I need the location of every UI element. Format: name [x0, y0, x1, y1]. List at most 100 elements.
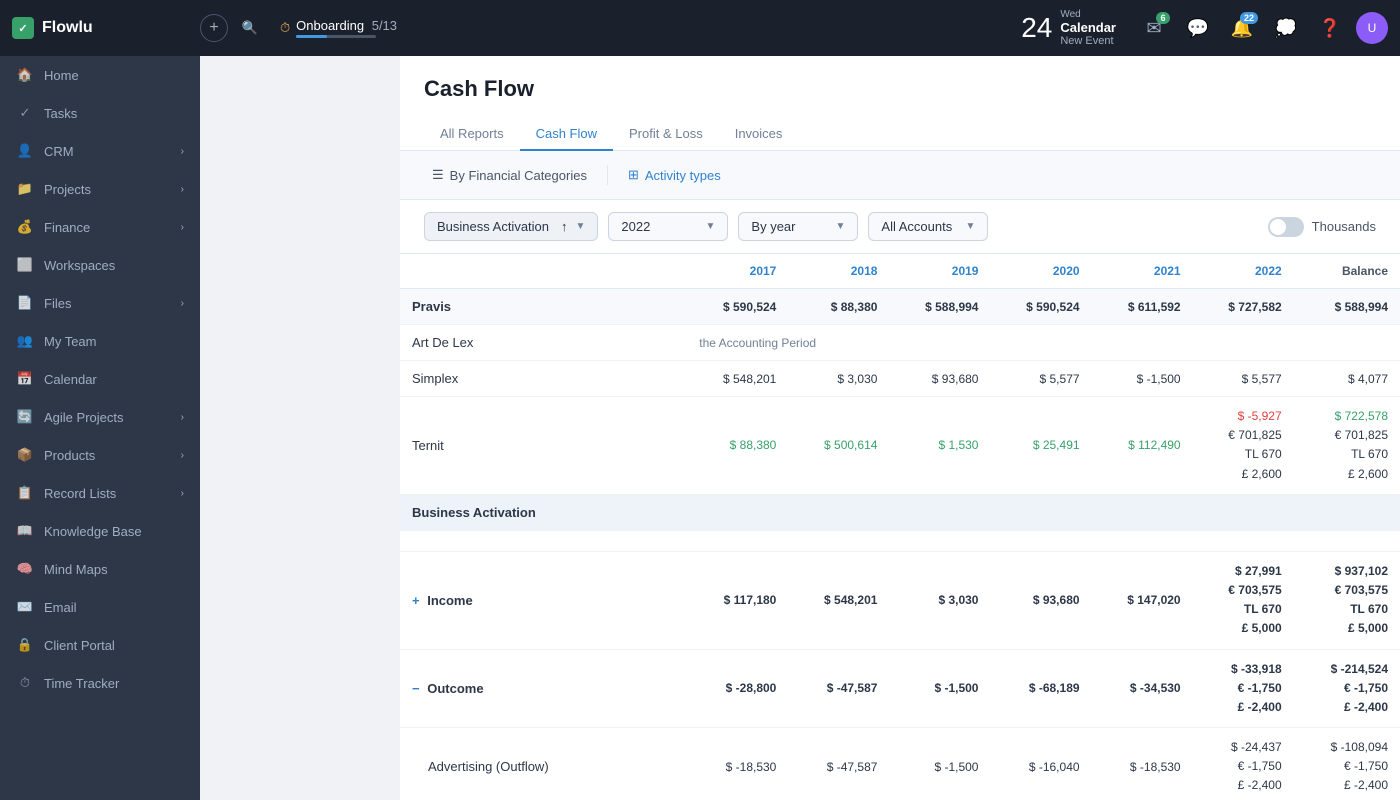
help-button[interactable]: ❓: [1312, 10, 1348, 46]
messages-button[interactable]: 💭: [1268, 10, 1304, 46]
cell-adv-balance: $ -108,094€ -1,750£ -2,400: [1294, 728, 1400, 800]
cell-ternit-balance: $ 722,578€ 701,825TL 670£ 2,600: [1294, 397, 1400, 495]
cell-ternit-2019: $ 1,530: [889, 397, 990, 495]
finance-chevron-icon: ›: [181, 222, 184, 233]
thousands-toggle-switch[interactable]: [1268, 217, 1304, 237]
mind-maps-icon: 🧠: [16, 560, 34, 578]
logo-icon: ✓: [12, 17, 34, 39]
income-expand-icon[interactable]: +: [412, 593, 420, 608]
year-dropdown[interactable]: 2022 ▼: [608, 212, 728, 241]
cell-outcome-2021: $ -34,530: [1092, 649, 1193, 728]
cell-ternit-2021: $ 112,490: [1092, 397, 1193, 495]
sidebar-item-knowledge-base[interactable]: 📖 Knowledge Base: [0, 512, 200, 550]
sidebar-label-mind-maps: Mind Maps: [44, 562, 108, 577]
sidebar-label-calendar: Calendar: [44, 372, 97, 387]
sidebar-label-time-tracker: Time Tracker: [44, 676, 119, 691]
cell-simplex-2019: $ 93,680: [889, 361, 990, 397]
products-icon: 📦: [16, 446, 34, 464]
app-logo[interactable]: ✓ Flowlu: [12, 17, 192, 39]
onboarding-progress-bar: [296, 35, 326, 38]
cell-income-balance: $ 937,102€ 703,575TL 670£ 5,000: [1294, 551, 1400, 649]
sidebar-item-client-portal[interactable]: 🔒 Client Portal: [0, 626, 200, 664]
toolbar: Business Activation ↑ ▼ 2022 ▼ By year ▼…: [400, 200, 1400, 254]
notifications-button[interactable]: 🔔 22: [1224, 10, 1260, 46]
topbar: ✓ Flowlu + 🔍 ⏱ Onboarding 5/13 24 Wed Ca…: [0, 0, 1400, 56]
year-label: 2022: [621, 219, 650, 234]
search-button[interactable]: 🔍: [236, 14, 264, 42]
cell-simplex-2020: $ 5,577: [990, 361, 1091, 397]
crm-icon: 👤: [16, 142, 34, 160]
sidebar-label-crm: CRM: [44, 144, 74, 159]
sidebar-item-record-lists[interactable]: 📋 Record Lists ›: [0, 474, 200, 512]
business-activation-dropdown[interactable]: Business Activation ↑ ▼: [424, 212, 598, 241]
main-content: Cash Flow All Reports Cash Flow Profit &…: [400, 56, 1400, 800]
thousands-label: Thousands: [1312, 219, 1376, 234]
sidebar-item-agile[interactable]: 🔄 Agile Projects ›: [0, 398, 200, 436]
onboarding-progress: 5/13: [372, 18, 397, 33]
cell-ternit-2022: $ -5,927€ 701,825TL 670£ 2,600: [1193, 397, 1294, 495]
row-label-advertising: Advertising (Outflow): [400, 728, 687, 800]
add-button[interactable]: +: [200, 14, 228, 42]
tab-invoices[interactable]: Invoices: [719, 118, 799, 151]
sidebar-label-agile: Agile Projects: [44, 410, 123, 425]
tab-profit-loss[interactable]: Profit & Loss: [613, 118, 719, 151]
cell-ba-2021: [1092, 494, 1193, 530]
cell-income-2020: $ 93,680: [990, 551, 1091, 649]
cell-ternit-2018: $ 500,614: [788, 397, 889, 495]
row-label-ternit: Ternit: [400, 397, 687, 495]
email-icon: ✉️: [16, 598, 34, 616]
comments-button[interactable]: 💬: [1180, 10, 1216, 46]
sidebar-item-home[interactable]: 🏠 Home: [0, 56, 200, 94]
cell-ba-2018: [788, 494, 889, 530]
tab-cash-flow[interactable]: Cash Flow: [520, 118, 613, 151]
sidebar-item-files[interactable]: 📄 Files ›: [0, 284, 200, 322]
col-2018: 2018: [788, 254, 889, 289]
by-year-dropdown[interactable]: By year ▼: [738, 212, 858, 241]
sidebar-item-mind-maps[interactable]: 🧠 Mind Maps: [0, 550, 200, 588]
sidebar-label-my-team: My Team: [44, 334, 97, 349]
mail-button[interactable]: ✉ 6: [1136, 10, 1172, 46]
onboarding-button[interactable]: ⏱ Onboarding 5/13: [280, 18, 397, 38]
sidebar-label-workspaces: Workspaces: [44, 258, 115, 273]
cash-flow-table: 2017 2018 2019 2020 2021 2022 Balance Pr…: [400, 254, 1400, 800]
sidebar-item-my-team[interactable]: 👥 My Team: [0, 322, 200, 360]
by-financial-categories-btn[interactable]: ☰ By Financial Categories: [424, 163, 595, 187]
outcome-expand-icon[interactable]: −: [412, 681, 420, 696]
all-accounts-dropdown[interactable]: All Accounts ▼: [868, 212, 988, 241]
sidebar-item-tasks[interactable]: ✓ Tasks: [0, 94, 200, 132]
knowledge-base-icon: 📖: [16, 522, 34, 540]
activity-types-btn[interactable]: ⊞ Activity types: [620, 163, 729, 187]
thousands-toggle-container: Thousands: [1268, 217, 1376, 237]
cell-ba-balance: [1294, 494, 1400, 530]
tab-all-reports[interactable]: All Reports: [424, 118, 520, 151]
sidebar-item-crm[interactable]: 👤 CRM ›: [0, 132, 200, 170]
cell-outcome-balance: $ -214,524€ -1,750£ -2,400: [1294, 649, 1400, 728]
row-label-business-activation: Business Activation: [400, 494, 687, 530]
cell-pravis-2018: $ 88,380: [788, 289, 889, 325]
sidebar-label-projects: Projects: [44, 182, 91, 197]
row-label-art-de-lex: Art De Lex: [400, 325, 687, 361]
cell-simplex-2021: $ -1,500: [1092, 361, 1193, 397]
files-chevron-icon: ›: [181, 298, 184, 309]
user-avatar[interactable]: U: [1356, 12, 1388, 44]
cell-pravis-balance: $ 588,994: [1294, 289, 1400, 325]
row-label-simplex: Simplex: [400, 361, 687, 397]
sidebar-item-finance[interactable]: 💰 Finance ›: [0, 208, 200, 246]
activity-icon: ⊞: [628, 167, 639, 183]
sidebar-item-email[interactable]: ✉️ Email: [0, 588, 200, 626]
table-row: Ternit $ 88,380 $ 500,614 $ 1,530 $ 25,4…: [400, 397, 1400, 495]
cell-adv-2021: $ -18,530: [1092, 728, 1193, 800]
sidebar-item-calendar[interactable]: 📅 Calendar: [0, 360, 200, 398]
sidebar-item-products[interactable]: 📦 Products ›: [0, 436, 200, 474]
col-balance: Balance: [1294, 254, 1400, 289]
calendar-button[interactable]: 24 Wed Calendar New Event: [1009, 5, 1128, 51]
cell-outcome-2020: $ -68,189: [990, 649, 1091, 728]
workspaces-icon: ⬜: [16, 256, 34, 274]
outcome-row: − Outcome $ -28,800 $ -47,587 $ -1,500 $…: [400, 649, 1400, 728]
sidebar-item-workspaces[interactable]: ⬜ Workspaces: [0, 246, 200, 284]
cell-income-2019: $ 3,030: [889, 551, 990, 649]
sidebar-item-time-tracker[interactable]: ⏱ Time Tracker: [0, 664, 200, 702]
activity-types-label: Activity types: [645, 168, 721, 183]
all-accounts-label: All Accounts: [881, 219, 952, 234]
sidebar-item-projects[interactable]: 📁 Projects ›: [0, 170, 200, 208]
